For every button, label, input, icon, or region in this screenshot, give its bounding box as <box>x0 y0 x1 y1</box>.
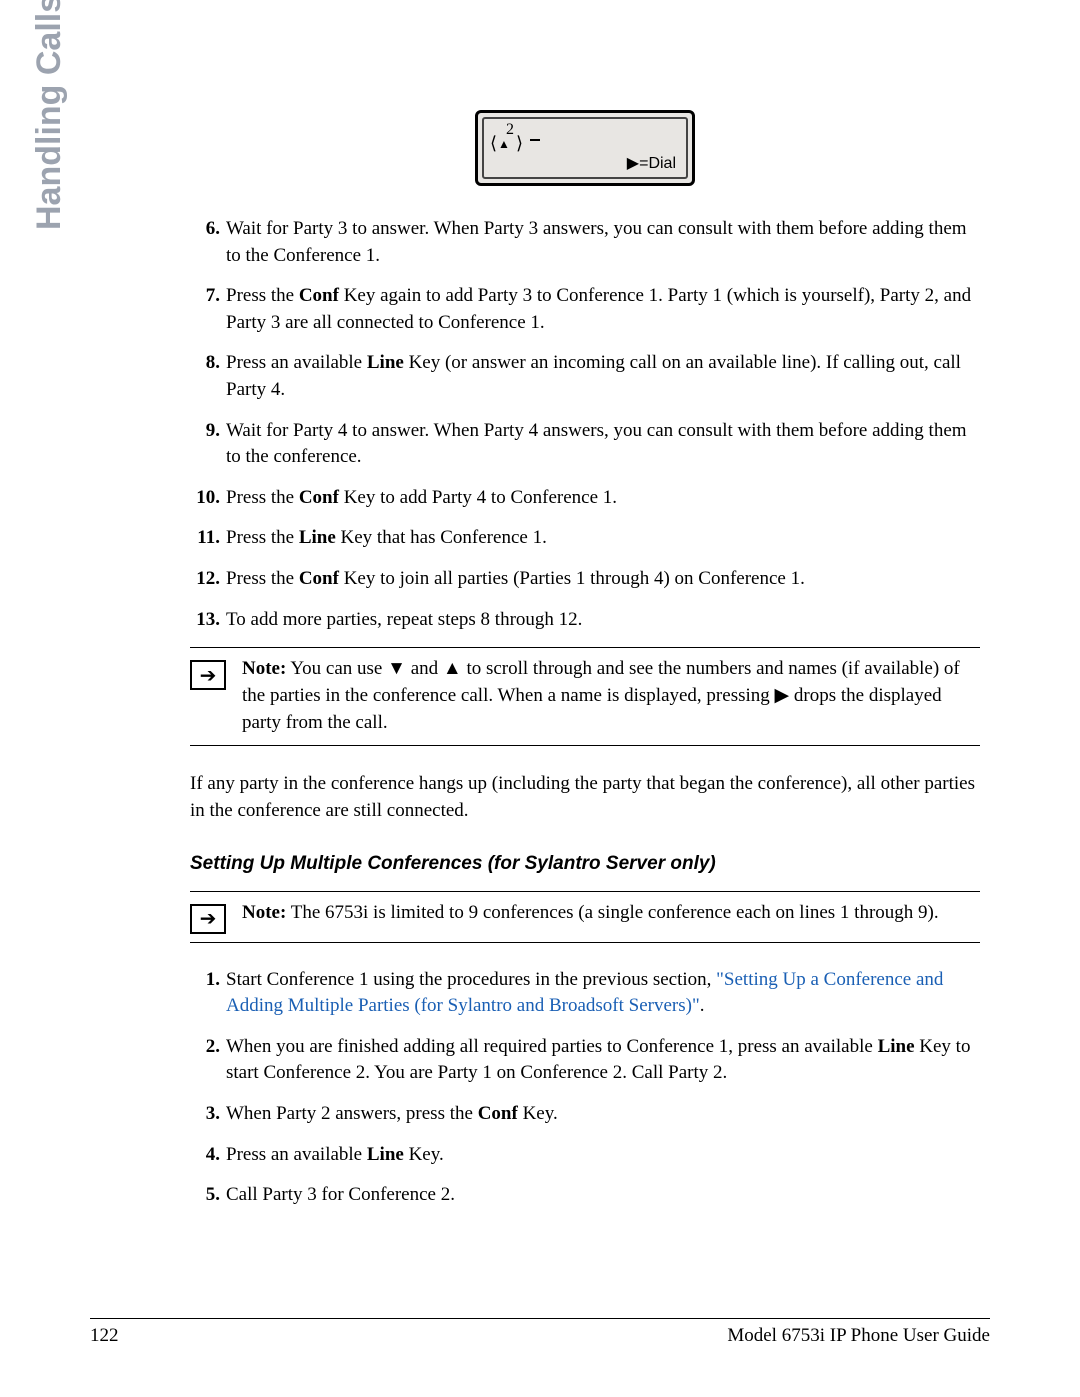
body-paragraph: If any party in the conference hangs up … <box>190 770 980 825</box>
instruction-list-1: 6. Wait for Party 3 to answer. When Part… <box>190 216 980 633</box>
note-text: Note: You can use ▼ and ▲ to scroll thro… <box>242 656 980 736</box>
step-12: 12. Press the Conf Key to join all parti… <box>190 566 980 593</box>
instruction-list-2: 1. Start Conference 1 using the procedur… <box>190 967 980 1209</box>
note-block-1: ➔ Note: You can use ▼ and ▲ to scroll th… <box>190 647 980 745</box>
step-number: 1. <box>190 967 220 1020</box>
step-6: 6. Wait for Party 3 to answer. When Part… <box>190 216 980 269</box>
step-number: 6. <box>190 216 220 269</box>
step-number: 9. <box>190 418 220 471</box>
right-arrow-icon: ▶ <box>775 683 790 710</box>
step-number: 3. <box>190 1101 220 1128</box>
step-10: 10. Press the Conf Key to add Party 4 to… <box>190 485 980 512</box>
down-arrow-icon: ▼ <box>387 656 406 683</box>
screen-bracket-left: ⟨ <box>490 133 497 154</box>
step-2b: 2. When you are finished adding all requ… <box>190 1034 980 1087</box>
step-text: Press an available Line Key. <box>226 1142 980 1169</box>
page-number: 122 <box>90 1325 119 1347</box>
step-text: Wait for Party 3 to answer. When Party 3… <box>226 216 980 269</box>
phone-screen-figure: ⟨ 2 ⟩ ▲ ▶=Dial <box>475 110 695 186</box>
arrow-right-icon: ➔ <box>190 904 226 934</box>
step-number: 11. <box>190 525 220 552</box>
step-11: 11. Press the Line Key that has Conferen… <box>190 525 980 552</box>
section-tab: Handling Calls <box>30 0 69 230</box>
note-text: Note: The 6753i is limited to 9 conferen… <box>242 900 980 927</box>
step-text: Wait for Party 4 to answer. When Party 4… <box>226 418 980 471</box>
step-1b: 1. Start Conference 1 using the procedur… <box>190 967 980 1020</box>
step-8: 8. Press an available Line Key (or answe… <box>190 350 980 403</box>
step-text: Press the Conf Key again to add Party 3 … <box>226 283 980 336</box>
arrow-right-icon: ➔ <box>190 660 226 690</box>
step-3b: 3. When Party 2 answers, press the Conf … <box>190 1101 980 1128</box>
step-5b: 5. Call Party 3 for Conference 2. <box>190 1182 980 1209</box>
step-text: Press the Conf Key to add Party 4 to Con… <box>226 485 980 512</box>
step-number: 2. <box>190 1034 220 1087</box>
step-9: 9. Wait for Party 4 to answer. When Part… <box>190 418 980 471</box>
step-number: 4. <box>190 1142 220 1169</box>
page-footer: 122 Model 6753i IP Phone User Guide <box>90 1318 990 1347</box>
sub-heading: Setting Up Multiple Conferences (for Syl… <box>190 853 980 875</box>
step-number: 8. <box>190 350 220 403</box>
step-number: 10. <box>190 485 220 512</box>
step-number: 13. <box>190 607 220 634</box>
step-7: 7. Press the Conf Key again to add Party… <box>190 283 980 336</box>
document-title: Model 6753i IP Phone User Guide <box>727 1325 990 1347</box>
up-arrow-icon: ▲ <box>443 656 462 683</box>
step-text: Call Party 3 for Conference 2. <box>226 1182 980 1209</box>
step-text: To add more parties, repeat steps 8 thro… <box>226 607 980 634</box>
step-text: Press the Line Key that has Conference 1… <box>226 525 980 552</box>
step-text: Start Conference 1 using the procedures … <box>226 967 980 1020</box>
note-block-2: ➔ Note: The 6753i is limited to 9 confer… <box>190 891 980 943</box>
screen-bracket-right: ⟩ <box>516 133 523 154</box>
step-number: 7. <box>190 283 220 336</box>
step-text: Press the Conf Key to join all parties (… <box>226 566 980 593</box>
screen-caret-icon: ▲ <box>498 137 510 152</box>
step-text: When you are finished adding all require… <box>226 1034 980 1087</box>
step-13: 13. To add more parties, repeat steps 8 … <box>190 607 980 634</box>
step-text: Press an available Line Key (or answer a… <box>226 350 980 403</box>
screen-dial-label: ▶=Dial <box>627 153 676 173</box>
screen-cursor <box>530 139 540 141</box>
step-number: 5. <box>190 1182 220 1209</box>
step-4b: 4. Press an available Line Key. <box>190 1142 980 1169</box>
step-text: When Party 2 answers, press the Conf Key… <box>226 1101 980 1128</box>
step-number: 12. <box>190 566 220 593</box>
